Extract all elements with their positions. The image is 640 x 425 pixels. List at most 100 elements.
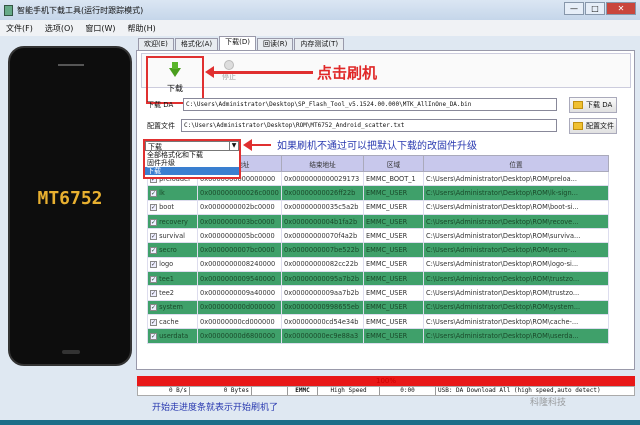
menu-file[interactable]: 文件(F) <box>6 23 33 34</box>
status-time: 0:00 <box>380 387 436 395</box>
scatter-path-select[interactable]: C:\Users\Administrator\Desktop\ROM\MT675… <box>181 119 557 132</box>
mode-option-download[interactable]: 下载 <box>145 167 239 175</box>
tab-memory-test[interactable]: 内存测试(T) <box>294 38 345 50</box>
cell-text: 0x0000000005bc0000 <box>200 231 275 240</box>
table-row[interactable]: ✓ boot 0x0000000002bc0000 0x00000000035c5a… <box>147 199 609 215</box>
menu-options[interactable]: 选项(O) <box>45 23 74 34</box>
checkbox[interactable]: ✓ <box>150 261 157 269</box>
tab-download[interactable]: 下载(D) <box>219 36 257 50</box>
download-panel: 下载 停止 点击刷机 下载 DA C:\Users\Administrator\… <box>136 50 635 370</box>
cell-text: C:\Users\Administrator\Desktop\ROM\userd… <box>426 331 579 340</box>
status-speed: 0 B/s <box>138 387 190 395</box>
cell-text: C:\Users\Administrator\Desktop\ROM\recov… <box>426 217 579 226</box>
region-cell: EMMC_USER <box>363 199 424 215</box>
checkbox[interactable]: ✓ <box>150 304 157 312</box>
partition-name-cell: ✓ tee1 <box>147 271 198 287</box>
location-cell: C:\Users\Administrator\Desktop\ROM\trust… <box>423 271 609 287</box>
end-address-cell: 0x00000000cd54e34b <box>281 313 364 330</box>
start-address-cell: 0x0000000003bc0000 <box>197 213 282 230</box>
partition-name-cell: ✓ tee2 <box>147 285 198 301</box>
table-row[interactable]: ✓ secro 0x0000000007bc0000 0x0000000007be5… <box>147 242 609 258</box>
tab-welcome[interactable]: 欢迎(E) <box>138 38 174 50</box>
start-address-cell: 0x00000000d6800000 <box>197 328 282 344</box>
checkbox[interactable]: ✓ <box>150 290 157 298</box>
maximize-button[interactable]: □ <box>585 2 605 15</box>
scatter-button-label: 配置文件 <box>586 122 614 130</box>
table-row[interactable]: ✓ logo 0x0000000008240000 0x00000000082cc2… <box>147 256 609 273</box>
checkbox[interactable]: ✓ <box>150 275 157 283</box>
cell-text: C:\Users\Administrator\Desktop\ROM\trust… <box>426 289 580 298</box>
partition-name-cell: ✓ boot <box>147 199 198 215</box>
region-cell: EMMC_USER <box>363 213 424 230</box>
region-cell: EMMC_USER <box>363 313 424 330</box>
end-address-cell: 0x0000000007be522b <box>281 242 364 258</box>
annotation-click: 点击刷机 <box>317 64 378 82</box>
menu-help[interactable]: 帮助(H) <box>128 23 156 34</box>
start-address-cell: 0x0000000007bc0000 <box>197 242 282 258</box>
cell-text: C:\Users\Administrator\Desktop\ROM\trust… <box>426 274 580 283</box>
scatter-label: 配置文件 <box>147 121 175 130</box>
cell-text: C:\Users\Administrator\Desktop\ROM\syste… <box>426 303 581 312</box>
cell-text: C:\Users\Administrator\Desktop\ROM\prelo… <box>426 174 578 183</box>
da-browse-button[interactable]: 下载 DA <box>569 97 617 113</box>
table-row[interactable]: ✓ lk 0x000000000026c0000 0x00000000026ff22… <box>147 185 609 201</box>
location-cell: C:\Users\Administrator\Desktop\ROM\boot-… <box>423 199 609 215</box>
start-address-cell: 0x0000000005bc0000 <box>197 228 282 244</box>
app-icon <box>4 4 13 16</box>
location-cell: C:\Users\Administrator\Desktop\ROM\survi… <box>423 228 609 244</box>
menu-window[interactable]: 窗口(W) <box>85 23 115 34</box>
checkbox[interactable]: ✓ <box>150 189 157 197</box>
status-bytes: 0 Bytes <box>190 387 252 395</box>
cell-text: 0x00000000ec9e88a3 <box>284 331 359 340</box>
cell-text: survival <box>159 231 185 240</box>
region-cell: EMMC_BOOT_1 <box>363 170 424 187</box>
checkbox[interactable]: ✓ <box>150 318 157 326</box>
cell-text: lk <box>159 188 165 197</box>
download-button[interactable]: 下载 <box>146 56 204 104</box>
table-row[interactable]: ✓ system 0x000000000d000000 0x000000009986… <box>147 299 609 315</box>
region-cell: EMMC_USER <box>363 299 424 315</box>
cell-text: 0x0000000002bc0000 <box>200 203 275 212</box>
end-address-cell: 0x0000000009aa7b2b <box>281 285 364 301</box>
minimize-button[interactable]: — <box>564 2 584 15</box>
download-label: 下载 <box>167 84 183 93</box>
stop-label: 停止 <box>222 73 236 81</box>
cell-text: secro <box>159 246 177 255</box>
cell-text: 0x00000000070f4a2b <box>284 231 358 240</box>
cell-text: 0x0000000009540000 <box>200 274 276 283</box>
mode-select[interactable]: 下载 ▼ <box>145 141 239 151</box>
cell-text: 0x0000000004b1fa2b <box>284 217 358 226</box>
cell-text: cache <box>159 317 179 326</box>
cell-text: 0x000000000d000000 <box>200 303 276 312</box>
checkbox[interactable]: ✓ <box>150 247 157 255</box>
table-row[interactable]: ✓ cache 0x00000000cd000000 0x00000000cd54e… <box>147 313 609 330</box>
checkbox[interactable]: ✓ <box>150 204 157 212</box>
cell-text: C:\Users\Administrator\Desktop\ROM\survi… <box>426 231 581 240</box>
location-cell: C:\Users\Administrator\Desktop\ROM\syste… <box>423 299 609 315</box>
close-button[interactable]: ✕ <box>606 2 636 15</box>
cell-text: EMMC_USER <box>366 317 408 326</box>
table-row[interactable]: ✓ survival 0x0000000005bc0000 0x0000000007… <box>147 228 609 244</box>
table-row[interactable]: ✓ recovery 0x0000000003bc0000 0x0000000004… <box>147 213 609 230</box>
scatter-browse-button[interactable]: 配置文件 <box>569 118 617 134</box>
table-row[interactable]: ✓ userdata 0x00000000d6800000 0x00000000ec… <box>147 328 609 344</box>
checkbox[interactable]: ✓ <box>150 232 157 240</box>
cell-text: EMMC_USER <box>366 331 408 340</box>
table-row[interactable]: ✓ tee1 0x0000000009540000 0x00000000095a7b… <box>147 271 609 287</box>
start-address-cell: 0x0000000002bc0000 <box>197 199 282 215</box>
cell-text: logo <box>159 260 174 269</box>
tab-readback[interactable]: 回读(R) <box>257 38 294 50</box>
checkbox[interactable]: ✓ <box>150 332 157 340</box>
tab-format[interactable]: 格式化(A) <box>174 38 219 50</box>
mode-option-firmware-upgrade[interactable]: 固件升级 <box>145 159 239 167</box>
start-address-cell: 0x0000000009a40000 <box>197 285 282 301</box>
window-title: 智能手机下载工具(运行时跟踪模式) <box>17 5 144 15</box>
col-region: 区域 <box>363 155 424 172</box>
partition-name-cell: ✓ survival <box>147 228 198 244</box>
table-row[interactable]: ✓ tee2 0x0000000009a40000 0x0000000009aa7b… <box>147 285 609 301</box>
cell-text: 0x00000000035c5a2b <box>284 203 359 212</box>
mode-dropdown[interactable]: 下载 ▼ 全部格式化和下载 固件升级 下载 <box>143 139 241 179</box>
mode-option-format-all[interactable]: 全部格式化和下载 <box>145 151 239 159</box>
checkbox[interactable]: ✓ <box>150 218 157 226</box>
da-path-input[interactable]: C:\Users\Administrator\Desktop\SP_Flash_… <box>183 98 557 111</box>
